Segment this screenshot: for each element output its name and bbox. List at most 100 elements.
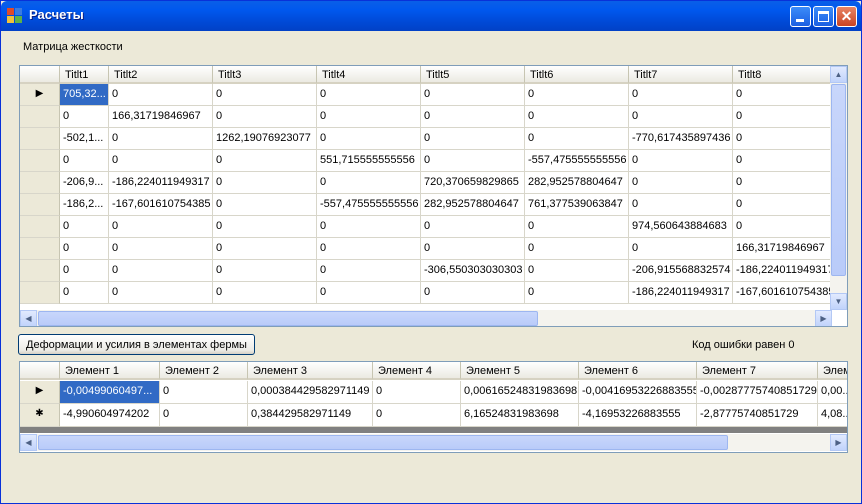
table-row[interactable]: -206,9... -186,224011949317 0 0 720,37065982… xyxy=(20,172,837,194)
table-cell[interactable]: -186,2... xyxy=(60,194,109,216)
scroll-left-button[interactable]: ◀ xyxy=(20,310,37,326)
table-cell[interactable]: 0 xyxy=(213,282,317,304)
table-cell[interactable]: 0 xyxy=(421,128,525,150)
table-cell[interactable]: -557,475555555556 xyxy=(317,194,421,216)
table-cell[interactable]: -167,601610754385 xyxy=(733,282,837,304)
new-row-indicator[interactable]: ✱ xyxy=(20,404,60,427)
table-cell[interactable]: 0,00... xyxy=(818,381,847,404)
column-header[interactable]: Titlt5 xyxy=(421,66,525,84)
table-cell[interactable]: 0 xyxy=(525,216,629,238)
scroll-up-button[interactable]: ▲ xyxy=(830,66,847,83)
vertical-scrollbar[interactable]: ▲ ▼ xyxy=(830,66,847,310)
table-cell[interactable]: 0 xyxy=(317,84,421,106)
table-cell[interactable]: 0 xyxy=(60,282,109,304)
row-header[interactable] xyxy=(20,194,60,216)
table-cell[interactable]: 0 xyxy=(733,172,837,194)
table-cell[interactable]: -2,87775740851729 xyxy=(697,404,818,427)
row-header[interactable] xyxy=(20,172,60,194)
table-cell[interactable]: 0 xyxy=(317,128,421,150)
minimize-button[interactable] xyxy=(790,6,811,27)
table-cell[interactable]: 0 xyxy=(629,84,733,106)
table-cell[interactable]: 0 xyxy=(373,404,461,427)
table-cell[interactable]: 0 xyxy=(60,216,109,238)
table-cell[interactable]: 705,32... xyxy=(60,84,109,106)
table-cell[interactable]: 0 xyxy=(109,84,213,106)
table-cell[interactable]: 0 xyxy=(421,216,525,238)
table-cell[interactable]: 166,31719846967 xyxy=(109,106,213,128)
results-grid[interactable]: Элемент 1 Элемент 2 Элемент 3 Элемент 4 … xyxy=(19,361,848,453)
table-row[interactable]: -186,2... -167,601610754385 0 -557,47555555… xyxy=(20,194,837,216)
table-cell[interactable]: 720,370659829865 xyxy=(421,172,525,194)
table-cell[interactable]: 0 xyxy=(629,150,733,172)
row-header[interactable] xyxy=(20,260,60,282)
table-cell[interactable]: 0 xyxy=(421,84,525,106)
table-cell[interactable]: 0 xyxy=(109,216,213,238)
table-cell[interactable]: 0,384429582971149 xyxy=(248,404,373,427)
table-cell[interactable]: 0,00616524831983698 xyxy=(461,381,579,404)
table-row[interactable]: 0 166,31719846967 0 0 0 0 0 0 xyxy=(20,106,837,128)
table-cell[interactable]: 0 xyxy=(317,238,421,260)
row-header[interactable] xyxy=(20,282,60,304)
table-cell[interactable]: 0 xyxy=(629,194,733,216)
table-cell[interactable]: 0 xyxy=(733,128,837,150)
table-cell[interactable]: -186,224011949317 xyxy=(629,282,733,304)
table-cell[interactable]: 0 xyxy=(525,282,629,304)
column-header[interactable]: Элемент 1 xyxy=(60,362,160,380)
column-header[interactable]: Titlt2 xyxy=(109,66,213,84)
row-header[interactable] xyxy=(20,150,60,172)
table-cell[interactable]: 1262,19076923077 xyxy=(213,128,317,150)
deformation-forces-button[interactable]: Деформации и усилия в элементах фермы xyxy=(18,334,255,355)
table-cell[interactable]: -4,990604974202 xyxy=(60,404,160,427)
title-bar[interactable]: Расчеты ✕ xyxy=(1,1,861,31)
table-row[interactable]: ✱ -4,990604974202 0 0,384429582971149 0 6,165… xyxy=(20,404,847,427)
table-cell[interactable]: 0 xyxy=(213,150,317,172)
table-cell[interactable]: 0 xyxy=(525,84,629,106)
table-cell[interactable]: 0 xyxy=(733,216,837,238)
table-cell[interactable]: -557,475555555556 xyxy=(525,150,629,172)
table-cell[interactable]: 0 xyxy=(109,238,213,260)
table-cell[interactable]: 0 xyxy=(373,381,461,404)
table-cell[interactable]: 0 xyxy=(525,238,629,260)
table-cell[interactable]: 0 xyxy=(317,172,421,194)
column-header[interactable]: Элемент 8 xyxy=(818,362,847,380)
row-header[interactable]: ▶ xyxy=(20,84,60,106)
table-cell[interactable]: 0 xyxy=(733,106,837,128)
table-cell[interactable]: -0,00287775740851729 xyxy=(697,381,818,404)
table-row[interactable]: 0 0 0 0 -306,550303030303 0 -206,915568832574-… xyxy=(20,260,837,282)
table-cell[interactable]: 0,000384429582971149 xyxy=(248,381,373,404)
table-cell[interactable]: 282,952578804647 xyxy=(525,172,629,194)
column-header[interactable]: Элемент 3 xyxy=(248,362,373,380)
table-cell[interactable]: 0 xyxy=(109,282,213,304)
table-row[interactable]: 0 0 0 0 0 0 974,560643884683 0 xyxy=(20,216,837,238)
table-cell[interactable]: -167,601610754385 xyxy=(109,194,213,216)
column-header[interactable]: Titlt4 xyxy=(317,66,421,84)
table-cell[interactable]: 282,952578804647 xyxy=(421,194,525,216)
table-cell[interactable]: 974,560643884683 xyxy=(629,216,733,238)
row-header[interactable] xyxy=(20,238,60,260)
stiffness-matrix-grid[interactable]: Titlt1 Titlt2 Titlt3 Titlt4 Titlt5 Titlt… xyxy=(19,65,848,327)
table-cell[interactable]: 0 xyxy=(213,238,317,260)
row-header[interactable] xyxy=(20,106,60,128)
horizontal-scrollbar[interactable]: ◀ ▶ xyxy=(20,310,832,326)
column-header[interactable]: Элемент 4 xyxy=(373,362,461,380)
table-cell[interactable]: 0 xyxy=(421,150,525,172)
table-cell[interactable]: -4,16953226883555 xyxy=(579,404,697,427)
table-cell[interactable]: 0 xyxy=(213,172,317,194)
table-cell[interactable]: 0 xyxy=(525,260,629,282)
scroll-right-button[interactable]: ▶ xyxy=(830,434,847,451)
table-cell[interactable]: 0 xyxy=(213,194,317,216)
table-cell[interactable]: 0 xyxy=(733,194,837,216)
table-cell[interactable]: 0 xyxy=(421,282,525,304)
table-cell[interactable]: 0 xyxy=(60,238,109,260)
table-cell[interactable]: 0 xyxy=(317,216,421,238)
column-header[interactable]: Titlt8 xyxy=(733,66,837,84)
table-cell[interactable]: 0 xyxy=(525,128,629,150)
table-row[interactable]: 0 0 0 0 0 0 0 166,31719846967 xyxy=(20,238,837,260)
table-cell[interactable]: -186,224011949317 xyxy=(733,260,837,282)
scroll-down-button[interactable]: ▼ xyxy=(830,293,847,310)
table-cell[interactable]: 0 xyxy=(160,381,248,404)
current-row-indicator[interactable]: ▶ xyxy=(20,381,60,404)
table-cell[interactable]: 551,715555555556 xyxy=(317,150,421,172)
table-cell[interactable]: -0,00416953226883555 xyxy=(579,381,697,404)
table-cell[interactable]: 0 xyxy=(629,106,733,128)
